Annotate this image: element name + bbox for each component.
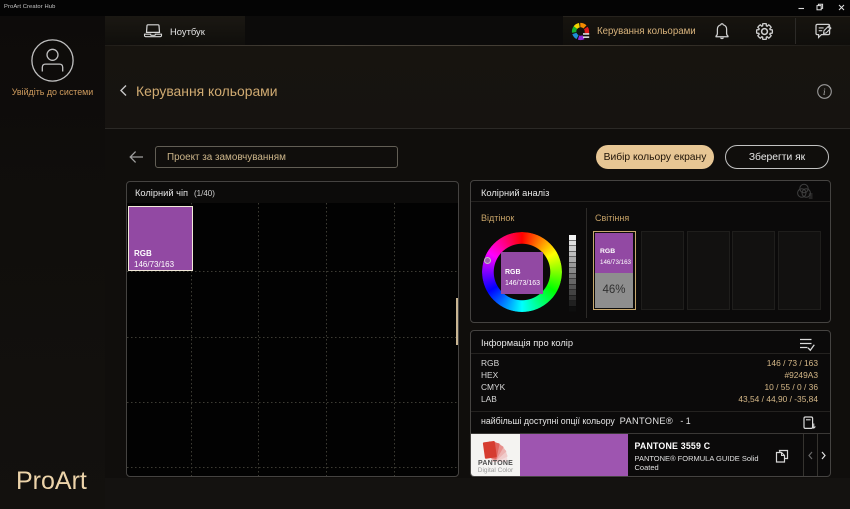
svg-text:i: i <box>823 87 826 97</box>
